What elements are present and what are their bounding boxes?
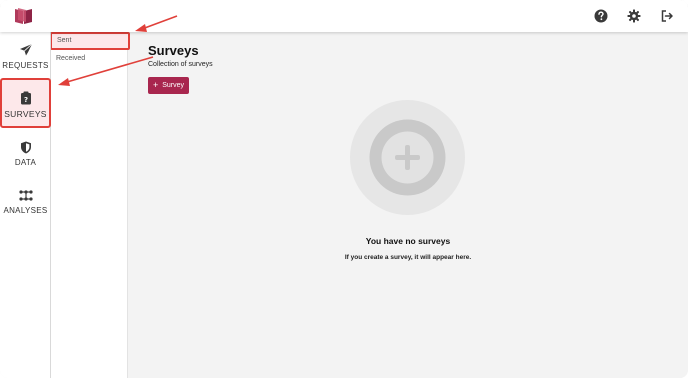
sidebar-item-label: SURVEYS [4, 109, 47, 119]
gear-icon[interactable] [627, 9, 641, 23]
sidebar-item-surveys[interactable]: ? SURVEYS [0, 78, 51, 128]
page-subtitle: Collection of surveys [148, 61, 213, 68]
logout-icon[interactable] [660, 9, 674, 23]
app-window: REQUESTS ? SURVEYS DATA ANALYSES Sent Re… [0, 0, 688, 378]
main-content: Surveys Collection of surveys + Survey Y… [128, 32, 688, 378]
help-icon[interactable] [594, 9, 608, 23]
empty-state-title: You have no surveys [365, 236, 451, 246]
subnav-item-sent[interactable]: Sent [50, 32, 130, 50]
network-icon [18, 190, 33, 201]
empty-state-description: If you create a survey, it will appear h… [344, 254, 472, 261]
svg-text:?: ? [23, 96, 27, 104]
sidebar-item-label: DATA [14, 158, 37, 167]
survey-subnav: Sent Received [50, 32, 130, 378]
book-logo[interactable] [14, 7, 34, 25]
subnav-item-received[interactable]: Received [51, 50, 128, 68]
sidebar-item-label: ANALYSES [3, 206, 48, 215]
sidebar-item-analyses[interactable]: ANALYSES [0, 186, 51, 234]
add-survey-button[interactable]: + Survey [148, 77, 189, 94]
sidebar-rail: REQUESTS ? SURVEYS DATA ANALYSES [0, 32, 51, 378]
empty-state-plus-icon [350, 100, 465, 215]
sidebar-item-data[interactable]: DATA [0, 138, 51, 186]
page-title: Surveys [148, 43, 199, 58]
add-survey-label: Survey [162, 82, 185, 89]
sidebar-item-label: REQUESTS [2, 61, 49, 70]
top-bar [0, 0, 688, 32]
plus-icon: + [152, 80, 159, 90]
clipboard-icon: ? [20, 91, 31, 105]
paper-plane-icon [19, 43, 32, 56]
shield-icon [20, 141, 31, 154]
